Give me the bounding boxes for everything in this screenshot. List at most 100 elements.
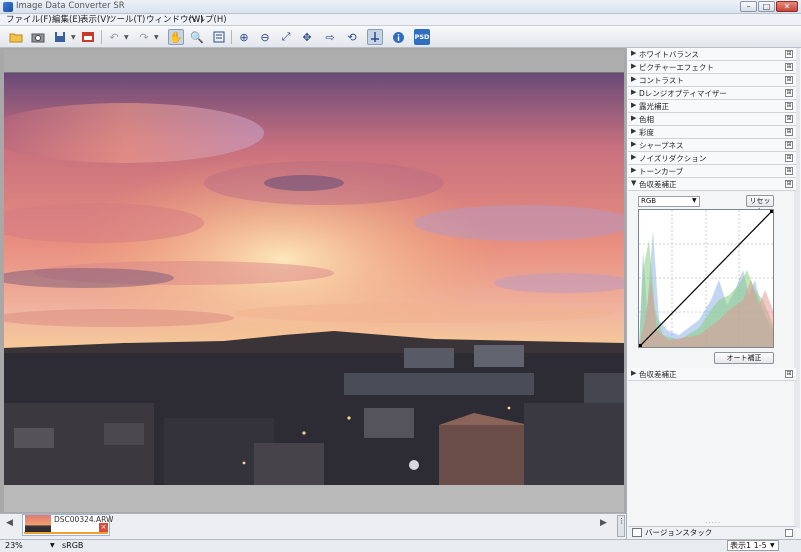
- expand-arrow-icon: ▶: [631, 88, 637, 96]
- status-bar: [0, 539, 801, 552]
- filmstrip-prev-button[interactable]: ◀: [6, 518, 18, 530]
- section-label: 色収差補正: [639, 370, 677, 379]
- minimize-button[interactable]: –: [740, 1, 757, 12]
- app-icon: [3, 2, 13, 12]
- close-button[interactable]: ✕: [776, 1, 798, 12]
- section-label: 彩度: [639, 128, 654, 137]
- page-label: 表示1 1-5: [730, 539, 767, 552]
- pin-icon[interactable]: ⊞: [785, 102, 793, 110]
- pin-icon[interactable]: ⊞: [785, 370, 793, 378]
- pin-icon[interactable]: ⊞: [785, 63, 793, 71]
- section-saturation[interactable]: ▶ 彩度 ⊞: [628, 126, 796, 139]
- thumbnail-selection-bar: [24, 532, 108, 534]
- expand-arrow-icon: ▶: [631, 153, 637, 161]
- move-icon[interactable]: ✥: [299, 29, 315, 45]
- section-exposure[interactable]: ▶ 露光補正 ⊞: [628, 100, 796, 113]
- thumbnail-close-icon[interactable]: ×: [99, 523, 108, 532]
- section-label: ピクチャーエフェクト: [639, 63, 714, 72]
- pin-icon[interactable]: ⊞: [785, 50, 793, 58]
- section-white-balance[interactable]: ▶ ホワイトバランス ⊞: [628, 48, 796, 61]
- page-prefix: 表示1: [730, 541, 752, 550]
- pin-icon[interactable]: ⊞: [785, 76, 793, 84]
- expand-arrow-icon: ▶: [631, 75, 637, 83]
- section-picture-effect[interactable]: ▶ ピクチャーエフェクト ⊞: [628, 61, 796, 74]
- section-label: 色収差補正: [639, 180, 677, 189]
- curve-reset-button[interactable]: リセット: [746, 195, 774, 215]
- pin-icon[interactable]: ⊞: [785, 154, 793, 162]
- sunset-cityscape-image: [4, 73, 624, 485]
- camera-icon[interactable]: [30, 29, 46, 45]
- thumbnail-image[interactable]: [25, 515, 51, 532]
- main-photo[interactable]: [4, 73, 624, 485]
- section-chromatic-aberration[interactable]: ▶ 色収差補正 ⊞: [628, 368, 796, 381]
- section-label: 色相: [639, 115, 654, 124]
- save-icon[interactable]: [52, 29, 68, 45]
- section-noise-reduction[interactable]: ▶ ノイズリダクション ⊞: [628, 152, 796, 165]
- panel-grip-icon[interactable]: .....: [705, 517, 721, 525]
- open-folder-icon[interactable]: [8, 29, 24, 45]
- stack-icon: [632, 528, 642, 537]
- hand-icon[interactable]: ✋: [168, 29, 184, 45]
- section-label: ホワイトバランス: [639, 50, 699, 59]
- curve-channel-select[interactable]: RGB: [638, 196, 700, 207]
- section-label: シャープネス: [639, 141, 684, 150]
- expand-arrow-icon: ▶: [631, 62, 637, 70]
- section-contrast[interactable]: ▶ コントラスト ⊞: [628, 74, 796, 87]
- psd-icon[interactable]: PSD: [414, 29, 430, 45]
- section-label: ノイズリダクション: [639, 154, 707, 163]
- section-lens-correction[interactable]: ▶ トーンカーブ ⊞: [628, 165, 796, 178]
- menu-edit[interactable]: 編集(E): [52, 14, 81, 26]
- menu-tools[interactable]: ツール(T): [108, 14, 145, 26]
- panel-icon[interactable]: [367, 29, 383, 45]
- rotate-icon[interactable]: ⟲: [344, 29, 360, 45]
- section-label: Dレンジオプティマイザー: [639, 89, 727, 98]
- section-tone-curve[interactable]: ▼ 色収差補正 ⊞: [628, 178, 796, 191]
- export-icon[interactable]: ⇨: [322, 29, 338, 45]
- collapse-arrow-icon: ▼: [631, 179, 637, 187]
- chevron-down-icon[interactable]: ▼: [692, 197, 697, 204]
- auto-adjust-button[interactable]: オート補正: [714, 352, 774, 364]
- section-hue[interactable]: ▶ 色相 ⊞: [628, 113, 796, 126]
- pin-icon[interactable]: ⊞: [785, 115, 793, 123]
- zoom-dropdown-icon[interactable]: ▼: [50, 539, 55, 552]
- expand-arrow-icon: ▶: [631, 369, 637, 377]
- menu-bar: ファイル(F) 編集(E) 表示(V) ツール(T) ウィンドウ(W) ヘルプ(…: [0, 14, 801, 26]
- undo-icon[interactable]: ↶: [106, 29, 122, 45]
- expand-arrow-icon: ▶: [631, 114, 637, 122]
- section-d-range[interactable]: ▶ Dレンジオプティマイザー ⊞: [628, 87, 796, 100]
- menu-file[interactable]: ファイル(F): [6, 14, 52, 26]
- fit-icon[interactable]: ⤢: [278, 29, 294, 45]
- zoom-out-icon[interactable]: ⊖: [257, 29, 273, 45]
- color-space-label: sRGB: [62, 541, 84, 550]
- pin-icon[interactable]: ⊞: [785, 141, 793, 149]
- menu-help[interactable]: ヘルプ(H): [188, 14, 227, 26]
- undo-dropdown-icon[interactable]: ▼: [124, 34, 129, 41]
- menu-view[interactable]: 表示(V): [80, 14, 109, 26]
- section-sharpness[interactable]: ▶ シャープネス ⊞: [628, 139, 796, 152]
- save-dropdown-icon[interactable]: ▼: [71, 34, 76, 41]
- info-icon[interactable]: [390, 29, 406, 45]
- filmstrip-next-button[interactable]: ▶: [600, 518, 612, 530]
- expand-arrow-icon: ▶: [631, 101, 637, 109]
- zoom-level[interactable]: 23%: [5, 539, 23, 552]
- pin-icon[interactable]: [785, 529, 793, 537]
- redo-icon[interactable]: ↷: [136, 29, 152, 45]
- zoom-in-icon[interactable]: ⊕: [236, 29, 252, 45]
- pin-icon[interactable]: ⊞: [785, 167, 793, 175]
- zoom-icon[interactable]: 🔍: [189, 29, 205, 45]
- page-range: 1-5: [753, 541, 767, 550]
- panel-resize-handle[interactable]: ⋮: [617, 515, 625, 537]
- redo-dropdown-icon[interactable]: ▼: [154, 34, 159, 41]
- window-title: Image Data Converter SR: [16, 1, 125, 11]
- tone-curve-graph[interactable]: [638, 209, 774, 348]
- convert-icon[interactable]: [80, 29, 96, 45]
- pin-icon[interactable]: ⊞: [785, 89, 793, 97]
- maximize-button[interactable]: □: [758, 1, 775, 12]
- pin-icon[interactable]: ⊞: [785, 180, 793, 188]
- section-label: コントラスト: [639, 76, 684, 85]
- compare-icon[interactable]: [211, 29, 227, 45]
- expand-arrow-icon: ▶: [631, 140, 637, 148]
- viewer-header: [4, 50, 624, 73]
- pin-icon[interactable]: ⊞: [785, 128, 793, 136]
- page-dropdown-icon[interactable]: ▼: [770, 539, 775, 552]
